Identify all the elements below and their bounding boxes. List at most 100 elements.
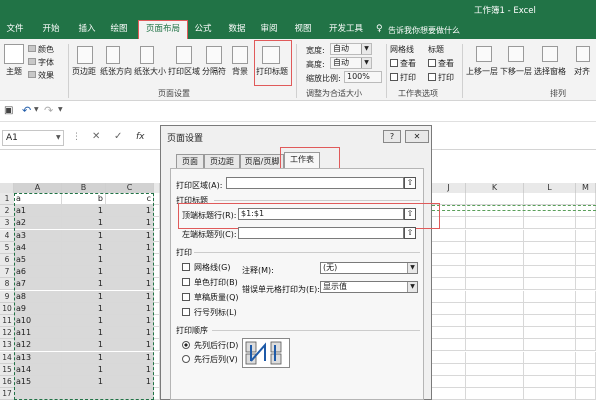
empty-cell[interactable] (524, 302, 576, 315)
black-white-checkbox[interactable] (182, 278, 190, 286)
column-header-a[interactable]: A (14, 183, 62, 193)
cell-c[interactable]: 1 (106, 351, 154, 364)
cell-b[interactable]: 1 (62, 205, 106, 218)
tab-data[interactable]: 数据 (226, 20, 248, 39)
empty-cell[interactable] (576, 278, 596, 291)
cell-a[interactable]: a15 (14, 376, 62, 388)
cell-c[interactable]: 1 (106, 241, 154, 254)
empty-cell[interactable] (576, 290, 596, 303)
empty-cell[interactable] (576, 205, 596, 218)
gridlines-print-checkbox[interactable] (390, 73, 398, 81)
empty-cell[interactable] (432, 229, 466, 242)
save-icon[interactable]: ▣ (4, 105, 13, 116)
cell-b[interactable]: 1 (62, 351, 106, 364)
empty-cell[interactable] (524, 315, 576, 327)
column-header-l[interactable]: L (524, 183, 576, 193)
tab-insert[interactable]: 插入 (76, 20, 98, 39)
row-header[interactable]: 13 (0, 339, 14, 352)
send-backward-button[interactable]: 下移一层 (500, 66, 532, 77)
draft-quality-checkbox[interactable] (182, 293, 190, 301)
cell-b[interactable]: 1 (62, 241, 106, 254)
empty-cell[interactable] (466, 376, 524, 388)
selection-pane-icon[interactable] (542, 46, 558, 62)
column-header-m[interactable]: M (576, 183, 596, 193)
empty-cell[interactable] (524, 254, 576, 266)
column-header-k[interactable]: K (466, 183, 524, 193)
empty-cell[interactable] (524, 205, 576, 218)
empty-cell[interactable] (576, 315, 596, 327)
empty-cell[interactable] (432, 351, 466, 364)
cell-c[interactable]: 1 (106, 254, 154, 266)
row-header[interactable]: 8 (0, 278, 14, 291)
cell-c[interactable]: 1 (106, 217, 154, 230)
cell-b[interactable]: 1 (62, 278, 106, 291)
cell-a[interactable]: a10 (14, 315, 62, 327)
cell-a[interactable]: a3 (14, 229, 62, 242)
empty-cell[interactable] (466, 351, 524, 364)
cell-a[interactable]: a1 (14, 205, 62, 218)
gridlines-checkbox[interactable] (182, 263, 190, 271)
align-button[interactable]: 对齐 (574, 66, 590, 77)
empty-cell[interactable] (432, 315, 466, 327)
row-header[interactable]: 11 (0, 315, 14, 327)
size-button[interactable]: 纸张大小 (134, 66, 166, 77)
cell-c[interactable]: 1 (106, 278, 154, 291)
comments-select[interactable]: (无) ▼ (320, 262, 418, 274)
print-area-icon[interactable] (176, 46, 192, 64)
breaks-button[interactable]: 分隔符 (202, 66, 226, 77)
tab-view[interactable]: 视图 (292, 20, 314, 39)
empty-cell[interactable] (432, 339, 466, 352)
name-box[interactable]: A1 (2, 130, 64, 146)
empty-cell[interactable] (466, 254, 524, 266)
empty-cell[interactable] (432, 302, 466, 315)
cell-a[interactable]: a9 (14, 302, 62, 315)
empty-cell[interactable] (466, 290, 524, 303)
empty-cell[interactable] (432, 290, 466, 303)
row-header[interactable]: 14 (0, 351, 14, 364)
tab-home[interactable]: 开始 (40, 20, 62, 39)
cell-c[interactable]: 1 (106, 315, 154, 327)
tab-review[interactable]: 审阅 (258, 20, 280, 39)
orientation-icon[interactable] (106, 46, 120, 64)
cell-a[interactable]: a5 (14, 254, 62, 266)
row-header[interactable]: 1 (0, 193, 14, 205)
bring-forward-icon[interactable] (476, 46, 492, 62)
row-header[interactable]: 15 (0, 363, 14, 376)
row-header[interactable]: 9 (0, 290, 14, 303)
empty-cell[interactable] (466, 339, 524, 352)
empty-cell[interactable] (466, 241, 524, 254)
dialog-tab-page[interactable]: 页面 (176, 154, 204, 169)
redo-icon[interactable]: ↷ (44, 104, 53, 117)
cell-c[interactable]: 1 (106, 229, 154, 242)
chevron-down-icon[interactable]: ▼ (56, 134, 61, 141)
empty-cell[interactable] (576, 254, 596, 266)
close-icon[interactable]: ✕ (405, 130, 429, 143)
cell-a[interactable] (14, 388, 62, 400)
empty-cell[interactable] (466, 302, 524, 315)
empty-cell[interactable] (432, 363, 466, 376)
gridlines-view-checkbox[interactable] (390, 59, 398, 67)
empty-cell[interactable] (576, 266, 596, 279)
enter-icon[interactable]: ✓ (114, 131, 122, 142)
print-area-input[interactable] (226, 177, 404, 189)
help-button[interactable]: ? (383, 130, 401, 143)
dialog-tab-header-footer[interactable]: 页眉/页脚 (240, 154, 284, 169)
empty-cell[interactable] (576, 217, 596, 230)
tab-draw[interactable]: 绘图 (108, 20, 130, 39)
cell-b[interactable]: 1 (62, 229, 106, 242)
empty-cell[interactable] (524, 339, 576, 352)
fonts-button[interactable]: 字体 (38, 57, 54, 68)
cell-b[interactable]: 1 (62, 315, 106, 327)
cell-c[interactable]: 1 (106, 339, 154, 352)
cell-b[interactable]: b (62, 193, 106, 205)
headings-view-checkbox[interactable] (428, 59, 436, 67)
cell-a[interactable]: a8 (14, 290, 62, 303)
cell-b[interactable]: 1 (62, 327, 106, 340)
cell-b[interactable]: 1 (62, 266, 106, 279)
bring-forward-button[interactable]: 上移一层 (466, 66, 498, 77)
row-header[interactable]: 5 (0, 241, 14, 254)
cell-b[interactable] (62, 388, 106, 400)
empty-cell[interactable] (524, 290, 576, 303)
empty-cell[interactable] (466, 388, 524, 400)
cell-b[interactable]: 1 (62, 254, 106, 266)
